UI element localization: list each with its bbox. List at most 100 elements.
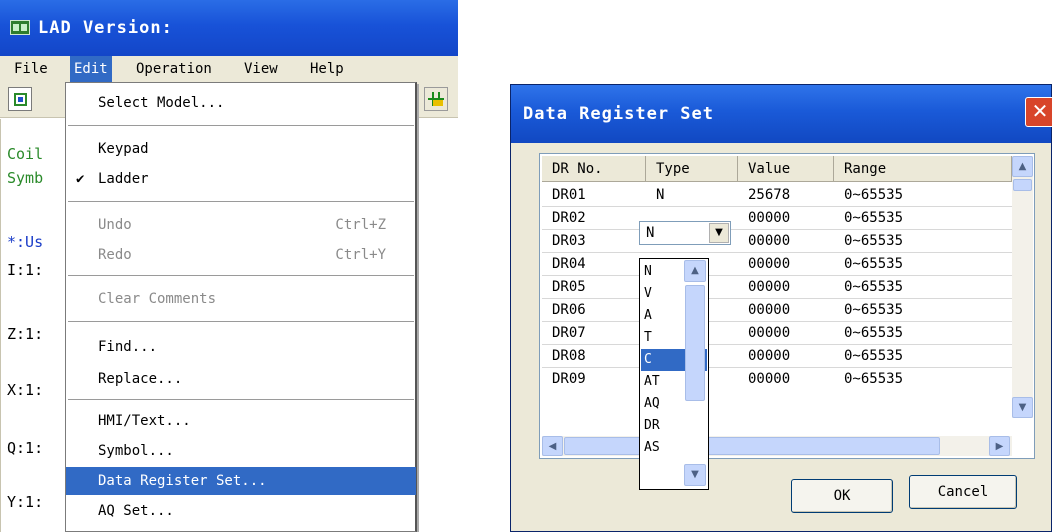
menu-separator — [68, 275, 414, 277]
menu-file[interactable]: File — [10, 56, 52, 82]
menu-item-select-model[interactable]: Select Model... — [66, 89, 416, 117]
chevron-down-icon[interactable]: ▼ — [709, 223, 729, 243]
editor-line: Symb — [7, 169, 44, 187]
select-model-icon[interactable] — [8, 87, 32, 111]
scroll-thumb[interactable] — [564, 437, 940, 455]
cell-range: 0~65535 — [844, 187, 904, 203]
scroll-up-icon[interactable]: ▲ — [1012, 156, 1033, 177]
cell-range: 0~65535 — [844, 233, 904, 249]
type-combobox[interactable]: N ▼ — [639, 221, 731, 245]
table-horizontal-scrollbar[interactable]: ◀ ▶ — [542, 436, 1012, 456]
menu-item-shortcut: Ctrl+Y — [335, 247, 386, 263]
scroll-thumb[interactable] — [685, 285, 705, 401]
data-register-set-dialog: Data Register Set ✕ DR No. Type Value Ra… — [510, 84, 1052, 532]
ok-button[interactable]: OK — [791, 479, 893, 513]
cell-range: 0~65535 — [844, 348, 904, 364]
menu-item-label: Data Register Set... — [98, 473, 267, 489]
menu-item-label: Redo — [98, 247, 132, 263]
scroll-down-icon[interactable]: ▼ — [684, 464, 706, 486]
menu-item-data-register-set[interactable]: Data Register Set... — [66, 467, 416, 495]
scroll-thumb[interactable] — [1013, 179, 1032, 191]
editor-line: *:Us — [7, 233, 44, 251]
menu-item-hmi-text[interactable]: HMI/Text... — [66, 407, 416, 435]
menu-separator — [68, 321, 414, 323]
menu-help[interactable]: Help — [306, 56, 348, 82]
scroll-right-icon[interactable]: ▶ — [989, 436, 1010, 456]
cell-dr[interactable]: DR03 — [552, 230, 586, 252]
scroll-left-icon[interactable]: ◀ — [542, 436, 563, 456]
cell-dr[interactable]: DR07 — [552, 322, 586, 344]
main-window-titlebar[interactable]: LAD Version: — [0, 0, 458, 56]
cell-value[interactable]: 00000 — [748, 207, 790, 229]
cell-value[interactable]: 25678 — [748, 184, 790, 206]
close-icon[interactable]: ✕ — [1025, 97, 1052, 127]
menu-item-ladder[interactable]: ✔ Ladder — [66, 165, 416, 193]
cancel-button[interactable]: Cancel — [909, 475, 1017, 509]
cell-value[interactable]: 00000 — [748, 253, 790, 275]
cell-value[interactable]: 00000 — [748, 368, 790, 390]
menu-operation[interactable]: Operation — [132, 56, 216, 82]
cell-dr[interactable]: DR04 — [552, 253, 586, 275]
menu-item-symbol[interactable]: Symbol... — [66, 437, 416, 465]
menu-item-label: Keypad — [98, 141, 149, 157]
menu-edit[interactable]: Edit — [70, 56, 112, 82]
menu-item-label: Symbol... — [98, 443, 174, 459]
type-option[interactable]: AS — [641, 437, 707, 459]
menu-item-undo[interactable]: Undo Ctrl+Z — [66, 211, 416, 239]
cell-dr[interactable]: DR01 — [552, 184, 586, 206]
cell-dr[interactable]: DR09 — [552, 368, 586, 390]
menu-item-aq-set[interactable]: AQ Set... — [66, 497, 416, 525]
column-header-dr-no[interactable]: DR No. — [542, 156, 646, 182]
menu-item-clear-comments[interactable]: Clear Comments — [66, 285, 416, 313]
cell-value[interactable]: 00000 — [748, 345, 790, 367]
scroll-up-icon[interactable]: ▲ — [684, 260, 706, 282]
cell-value[interactable]: 00000 — [748, 299, 790, 321]
menu-item-keypad[interactable]: Keypad — [66, 135, 416, 163]
app-icon — [10, 20, 30, 35]
type-dropdown-list: N V A T C AT AQ DR AS ▲ ▼ — [639, 258, 709, 490]
scroll-down-icon[interactable]: ▼ — [1012, 397, 1033, 418]
cell-value[interactable]: 00000 — [748, 322, 790, 344]
menu-view[interactable]: View — [240, 56, 282, 82]
cell-range: 0~65535 — [844, 302, 904, 318]
cell-dr[interactable]: DR06 — [552, 299, 586, 321]
type-combobox-value: N — [646, 225, 655, 241]
cell-dr[interactable]: DR02 — [552, 207, 586, 229]
table-vertical-scrollbar[interactable]: ▲ ▼ — [1012, 156, 1033, 418]
cell-range: 0~65535 — [844, 279, 904, 295]
cell-value[interactable]: 00000 — [748, 276, 790, 298]
cell-range: 0~65535 — [844, 256, 904, 272]
editor-line: Z:1: — [7, 325, 44, 343]
menu-item-shortcut: Ctrl+Z — [335, 217, 386, 233]
column-header-range[interactable]: Range — [834, 156, 1012, 182]
edit-menu-dropdown: Select Model... Keypad ✔ Ladder Undo Ctr… — [65, 82, 417, 532]
main-window-title: LAD Version: — [38, 18, 173, 38]
menu-item-label: Clear Comments — [98, 291, 217, 307]
cell-type[interactable]: N — [656, 184, 664, 206]
menu-item-label: Find... — [98, 339, 158, 355]
type-option[interactable]: DR — [641, 415, 707, 437]
menu-item-redo[interactable]: Redo Ctrl+Y — [66, 241, 416, 269]
menu-item-label: HMI/Text... — [98, 413, 191, 429]
menu-item-label: Undo — [98, 217, 132, 233]
editor-line: Q:1: — [7, 439, 44, 457]
menu-item-find[interactable]: Find... — [66, 333, 416, 361]
menu-item-label: Select Model... — [98, 95, 225, 111]
menu-separator — [68, 125, 414, 127]
cell-range: 0~65535 — [844, 371, 904, 387]
menu-item-label: Replace... — [98, 371, 183, 387]
dialog-title: Data Register Set — [523, 104, 714, 124]
cell-dr[interactable]: DR05 — [552, 276, 586, 298]
menu-item-label: AQ Set... — [98, 503, 174, 519]
menu-separator — [68, 399, 414, 401]
ladder-contact-icon[interactable] — [424, 87, 448, 111]
cell-dr[interactable]: DR08 — [552, 345, 586, 367]
dialog-titlebar[interactable]: Data Register Set — [511, 85, 1051, 143]
editor-line: I:1: — [7, 261, 44, 279]
column-header-type[interactable]: Type — [646, 156, 738, 182]
menu-item-replace[interactable]: Replace... — [66, 365, 416, 393]
cell-range: 0~65535 — [844, 325, 904, 341]
column-header-value[interactable]: Value — [738, 156, 834, 182]
check-icon: ✔ — [76, 171, 85, 187]
cell-value[interactable]: 00000 — [748, 230, 790, 252]
